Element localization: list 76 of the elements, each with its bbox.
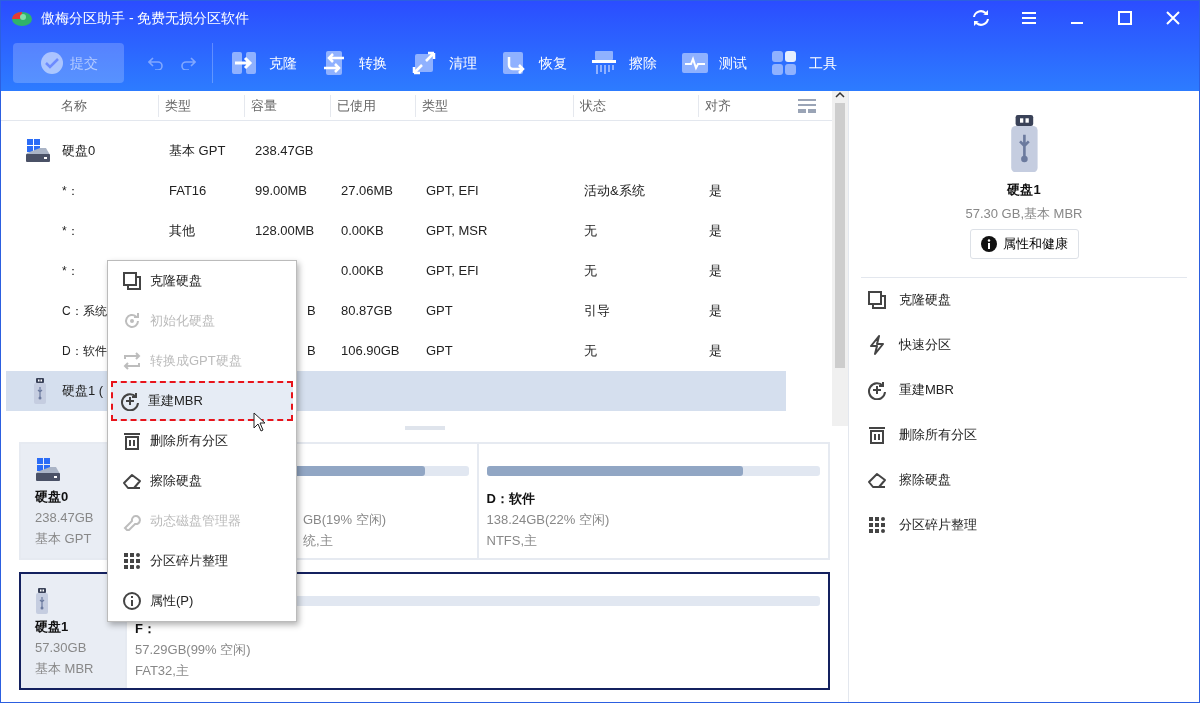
partition-free-space: 138.24GB(22% 空闲) — [486, 512, 610, 527]
table-cell-text: 80.87GB — [340, 303, 393, 319]
action-item[interactable]: 重建MBR — [849, 367, 1199, 413]
table-cell-text: 238.47GB — [254, 143, 314, 159]
disk-name: 硬盘1 — [1007, 181, 1041, 200]
partition-free-space: GB(19% 空闲) — [303, 512, 387, 527]
toolbar-button[interactable]: 转换 — [321, 50, 387, 76]
partition-type: 统,主 — [303, 533, 333, 548]
partition-name: F： — [135, 621, 156, 636]
action-item[interactable]: 擦除硬盘 — [849, 457, 1199, 503]
column-header: 容量 — [244, 94, 330, 117]
action-item[interactable]: 克隆硬盘 — [849, 277, 1199, 323]
disk-info: 57.30 GB,基本 MBR — [965, 204, 1083, 223]
table-cell-text: GPT, MSR — [425, 223, 488, 239]
toolbar-button[interactable]: 工具 — [771, 50, 837, 76]
column-header: 类型 — [158, 94, 244, 117]
table-cell-text: 27.06MB — [340, 183, 394, 199]
table-cell-text: 0.00KB — [340, 263, 384, 279]
table-cell-text: GPT, EFI — [425, 263, 479, 279]
menu-item[interactable]: 属性(P) — [111, 581, 293, 621]
table-cell-text: 是 — [708, 263, 722, 279]
toolbar-button[interactable]: 测试 — [681, 50, 747, 76]
table-cell-text: 无 — [583, 343, 597, 359]
table-cell-text: 99.00MB — [254, 183, 308, 199]
table-cell-text: 是 — [708, 223, 722, 239]
disk-name: 硬盘0 — [35, 489, 69, 504]
table-cell-text: 基本 GPT — [168, 143, 226, 159]
table-cell-text: 引导 — [583, 303, 610, 319]
disk-name: 硬盘1 — [35, 619, 69, 634]
table-cell-text: 硬盘0 — [61, 142, 96, 161]
toolbar-button[interactable]: 克隆 — [231, 50, 297, 76]
table-cell-text: *： — [61, 223, 79, 240]
partition-free-space: 57.29GB(99% 空闲) — [135, 642, 251, 657]
properties-button[interactable]: 属性和健康 — [969, 229, 1079, 259]
action-item[interactable]: 分区碎片整理 — [849, 502, 1199, 548]
column-header: 已使用 — [330, 94, 415, 117]
table-cell-text: FAT16 — [168, 183, 207, 199]
partition-type: NTFS,主 — [486, 533, 538, 548]
window-title: 傲梅分区助手 - 免费无损分区软件 — [41, 8, 250, 28]
table-cell-text: 是 — [708, 183, 722, 199]
table-cell-text: 0.00KB — [340, 223, 384, 239]
menu-item[interactable]: 擦除硬盘 — [111, 461, 293, 501]
table-cell-text: D：软件 — [61, 343, 107, 360]
column-header: 名称 — [60, 96, 88, 115]
menu-item[interactable]: 克隆硬盘 — [111, 261, 293, 301]
toolbar-button[interactable]: 擦除 — [591, 50, 657, 76]
table-cell-text: GPT, EFI — [425, 183, 479, 199]
table-cell-text: B — [306, 303, 316, 319]
table-cell-text: *： — [61, 183, 79, 200]
column-header: 类型 — [415, 94, 573, 117]
partition-type: FAT32,主 — [135, 663, 189, 678]
toolbar-button[interactable]: 清理 — [411, 50, 477, 76]
action-item[interactable]: 快速分区 — [849, 322, 1199, 368]
disk-style: 基本 MBR — [35, 661, 94, 676]
table-cell-text: 活动&系统 — [583, 183, 645, 199]
table-cell-text: GPT — [425, 303, 453, 319]
table-cell-text: 硬盘1 ( — [61, 382, 104, 401]
table-cell-text: C：系统 — [61, 303, 107, 320]
menu-item[interactable]: 重建MBR — [111, 381, 293, 421]
table-cell-text: *： — [61, 263, 79, 280]
disk-style: 基本 GPT — [35, 531, 92, 546]
table-cell-text: 无 — [583, 263, 597, 279]
action-item[interactable]: 删除所有分区 — [849, 412, 1199, 458]
table-cell-text: 是 — [708, 303, 722, 319]
table-cell-text: B — [306, 343, 316, 359]
table-cell-text: GPT — [425, 343, 453, 359]
table-cell-text: 无 — [583, 223, 597, 239]
column-header: 状态 — [573, 94, 698, 117]
disk-size: 57.30GB — [35, 640, 87, 655]
table-cell-text: 128.00MB — [254, 223, 315, 239]
toolbar-button[interactable]: 恢复 — [501, 50, 567, 76]
partition-name: D：软件 — [486, 491, 535, 506]
disk-size: 238.47GB — [35, 510, 94, 525]
table-cell-text: 其他 — [168, 223, 195, 239]
table-cell-text: 106.90GB — [340, 343, 400, 359]
table-cell-text: 是 — [708, 343, 722, 359]
